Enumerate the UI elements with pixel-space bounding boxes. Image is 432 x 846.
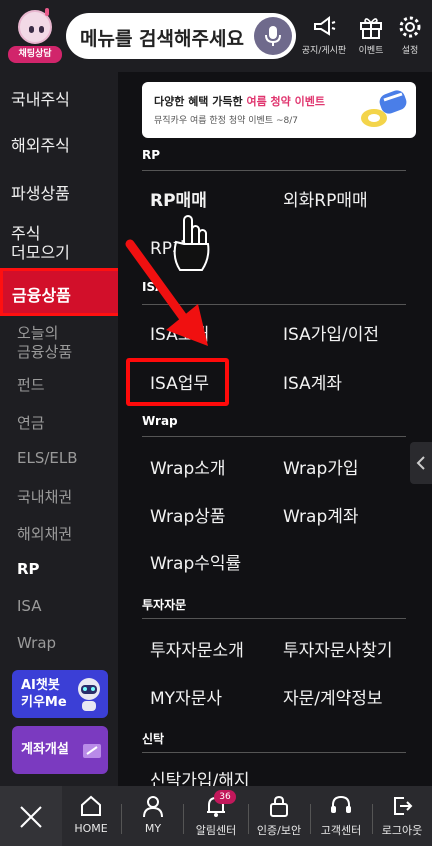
sidebar-item-derivatives[interactable]: 파생상품	[0, 180, 118, 204]
menu-item-wrap-intro[interactable]: Wrap소개	[150, 454, 226, 479]
sidebar-sub-wrap[interactable]: Wrap	[0, 634, 118, 652]
megaphone-icon	[314, 16, 336, 36]
tap-hand-icon	[173, 215, 210, 271]
sidebar-item-label: 금융상품	[12, 286, 71, 305]
collapse-panel-button[interactable]	[410, 442, 432, 484]
sidebar-sub-isa[interactable]: ISA	[0, 597, 118, 615]
nav-notifications-label: 알림센터	[195, 824, 237, 837]
menu-item-foreign-rp-trade[interactable]: 외화RP매매	[283, 186, 368, 211]
sidebar-sub-pension[interactable]: 연금	[0, 412, 118, 433]
close-icon	[20, 806, 42, 828]
menu-item-my-advisor[interactable]: MY자문사	[150, 684, 222, 709]
highlight-box	[126, 358, 229, 406]
settings-label: 설정	[401, 46, 419, 56]
sidebar-item-domestic-stock[interactable]: 국내주식	[0, 86, 118, 110]
notice-board-button[interactable]: 공지/게시판	[300, 14, 348, 64]
chat-consult-button[interactable]: 채팅상담	[8, 8, 62, 64]
event-label: 이벤트	[358, 46, 384, 56]
sidebar-sub-els-elb[interactable]: ELS/ELB	[0, 449, 118, 467]
gear-icon	[399, 16, 421, 38]
divider	[142, 436, 406, 437]
search-input[interactable]: 메뉴를 검색해주세요	[66, 13, 296, 59]
nav-logout[interactable]: 로그아웃	[374, 794, 430, 838]
menu-item-find-advisor[interactable]: 투자자문사찾기	[283, 636, 392, 661]
ticket-icon	[83, 744, 101, 758]
headset-icon	[331, 795, 351, 813]
search-placeholder: 메뉴를 검색해주세요	[80, 28, 244, 50]
sidebar-sub-todays-products[interactable]: 오늘의 금융상품	[0, 324, 118, 362]
bottom-nav: HOME MY 알림센터 36 인증/보안 고객센터 로그아웃	[0, 786, 432, 846]
robot-icon	[78, 678, 100, 711]
banner-title-prefix: 다양한 혜택 가득한	[154, 95, 243, 108]
banner-subtitle: 뮤직카우 여름 한정 청약 이벤트 ~8/7	[154, 116, 298, 126]
home-icon	[81, 795, 101, 816]
person-icon	[143, 796, 163, 818]
menu-item-advisory-intro[interactable]: 투자자문소개	[150, 636, 244, 661]
nav-auth-security[interactable]: 인증/보안	[250, 794, 308, 838]
open-account-promo-label: 계좌개설	[21, 742, 69, 757]
sidebar-sub-domestic-bond[interactable]: 국내채권	[0, 486, 118, 507]
divider	[142, 618, 406, 619]
notice-board-label: 공지/게시판	[301, 46, 347, 56]
nav-my[interactable]: MY	[126, 794, 180, 835]
section-title-advisory: 투자자문	[142, 598, 187, 612]
nav-my-label: MY	[144, 822, 162, 835]
menu-item-wrap-join[interactable]: Wrap가입	[283, 454, 359, 479]
nav-separator	[372, 804, 373, 834]
chatbot-icon	[18, 8, 52, 44]
divider	[142, 752, 406, 753]
nav-separator	[121, 804, 122, 834]
nav-separator	[310, 804, 311, 834]
section-title-rp: RP	[142, 148, 161, 162]
section-title-trust: 신탁	[142, 732, 165, 746]
event-graphic-icon	[361, 90, 407, 127]
menu-item-wrap-account[interactable]: Wrap계좌	[283, 502, 359, 527]
sidebar-item-stock-more[interactable]: 주식 더모으기	[0, 224, 118, 262]
nav-customer-center-label: 고객센터	[320, 824, 362, 837]
settings-button[interactable]: 설정	[392, 14, 428, 64]
sidebar-sub-fund[interactable]: 펀드	[0, 374, 118, 395]
banner-title-highlight: 여름 청약 이벤트	[246, 95, 325, 108]
logout-icon	[394, 797, 413, 815]
header: 채팅상담 메뉴를 검색해주세요 공지/게시판 이벤트 설정	[0, 0, 432, 72]
ai-chatbot-promo-button[interactable]: AI챗봇 키우Me	[12, 670, 108, 718]
open-account-promo-button[interactable]: 계좌개설	[12, 726, 108, 774]
banner-title: 다양한 혜택 가득한 여름 청약 이벤트	[154, 93, 325, 109]
menu-item-wrap-products[interactable]: Wrap상품	[150, 502, 226, 527]
sidebar-item-overseas-stock[interactable]: 해외주식	[0, 132, 118, 156]
sidebar: 국내주식 해외주식 파생상품 주식 더모으기 금융상품 오늘의 금융상품 펀드 …	[0, 72, 122, 786]
lock-icon	[270, 795, 288, 817]
nav-home-label: HOME	[74, 822, 108, 835]
menu-item-isa-account[interactable]: ISA계좌	[283, 369, 342, 394]
menu-item-isa-join-transfer[interactable]: ISA가입/이전	[283, 320, 379, 345]
menu-item-advisory-contract-info[interactable]: 자문/계약정보	[283, 684, 383, 709]
gift-icon	[360, 18, 382, 39]
nav-logout-label: 로그아웃	[381, 824, 423, 837]
nav-customer-center[interactable]: 고객센터	[312, 794, 370, 838]
chat-consult-label: 채팅상담	[8, 46, 62, 63]
section-title-wrap: Wrap	[142, 414, 178, 428]
nav-separator	[183, 804, 184, 834]
sidebar-sub-overseas-bond[interactable]: 해외채권	[0, 523, 118, 544]
close-button[interactable]	[0, 786, 62, 846]
microphone-icon[interactable]	[254, 17, 292, 55]
divider	[142, 170, 406, 171]
event-button[interactable]: 이벤트	[352, 14, 390, 64]
event-banner[interactable]: 다양한 혜택 가득한 여름 청약 이벤트 뮤직카우 여름 한정 청약 이벤트 ~…	[142, 82, 416, 138]
sidebar-sub-rp[interactable]: RP	[0, 560, 118, 578]
chevron-left-icon	[416, 456, 425, 470]
notification-count-badge: 36	[214, 790, 236, 804]
nav-separator	[248, 804, 249, 834]
menu-item-rp-trade[interactable]: RP매매	[150, 186, 207, 211]
ai-chatbot-promo-label: AI챗봇 키우Me	[21, 678, 67, 710]
nav-auth-security-label: 인증/보안	[256, 824, 302, 837]
menu-item-wrap-returns[interactable]: Wrap수익률	[150, 549, 241, 574]
sidebar-item-financial-products[interactable]: 금융상품	[0, 268, 122, 316]
menu-panel: 다양한 혜택 가득한 여름 청약 이벤트 뮤직카우 여름 한정 청약 이벤트 ~…	[118, 72, 432, 791]
nav-home[interactable]: HOME	[64, 794, 118, 835]
